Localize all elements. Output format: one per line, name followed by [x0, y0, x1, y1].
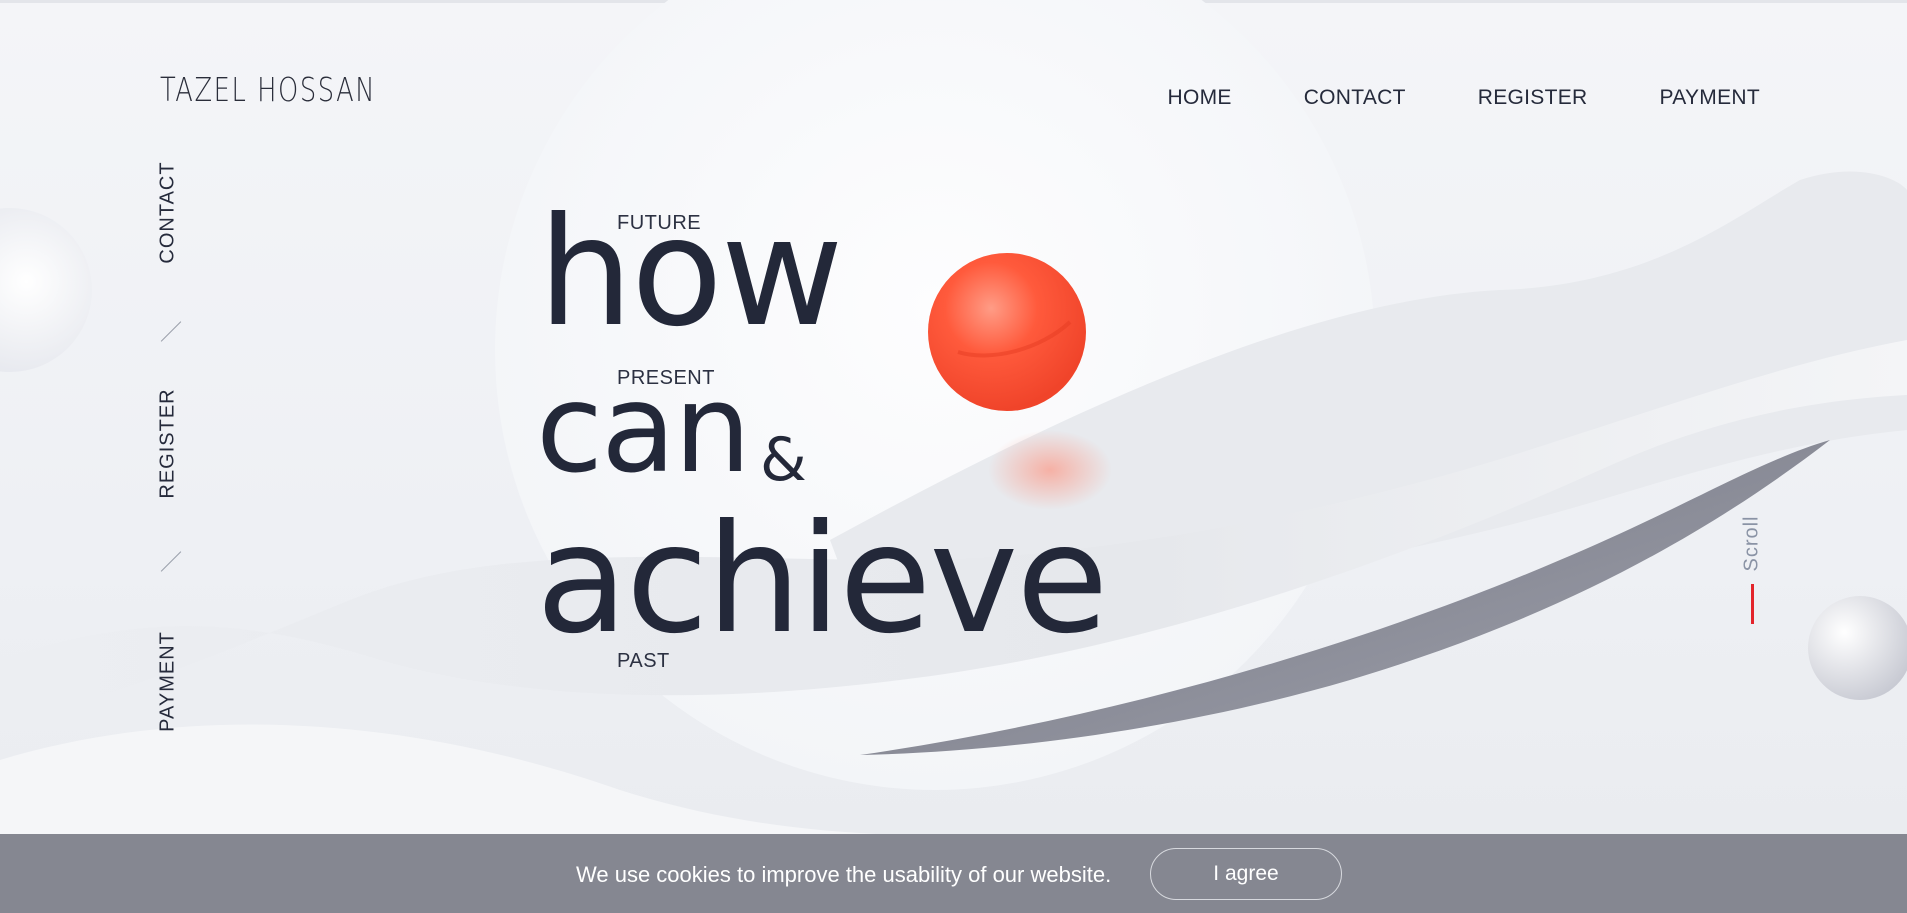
label-past: PAST [617, 650, 670, 672]
side-nav-contact[interactable]: CONTACT [157, 161, 180, 263]
headline-ampersand: & [760, 425, 807, 495]
headline-can: can [536, 358, 751, 500]
landing-page: TAZEL HOSSAN HOME CONTACT REGISTER PAYME… [0, 0, 1907, 913]
nav-register-link[interactable]: REGISTER [1478, 86, 1588, 110]
top-navigation: HOME CONTACT REGISTER PAYMENT [1168, 86, 1761, 110]
headline-achieve: achieve [536, 493, 1108, 667]
background-artwork [0, 0, 1907, 837]
side-nav-payment[interactable]: PAYMENT [157, 631, 180, 732]
cookie-agree-button[interactable]: I agree [1150, 848, 1342, 900]
scroll-indicator-bar [1751, 584, 1754, 624]
brand-logo[interactable]: TAZEL HOSSAN [160, 70, 376, 109]
scroll-indicator-label[interactable]: Scroll [1741, 515, 1764, 571]
side-nav-register[interactable]: REGISTER [157, 388, 180, 498]
headline-how: how [538, 186, 844, 360]
nav-contact-link[interactable]: CONTACT [1304, 86, 1406, 110]
red-sphere-graphic [928, 253, 1086, 411]
nav-home-link[interactable]: HOME [1168, 86, 1232, 110]
nav-payment-link[interactable]: PAYMENT [1660, 86, 1761, 110]
cookie-message: We use cookies to improve the usability … [576, 862, 1112, 887]
